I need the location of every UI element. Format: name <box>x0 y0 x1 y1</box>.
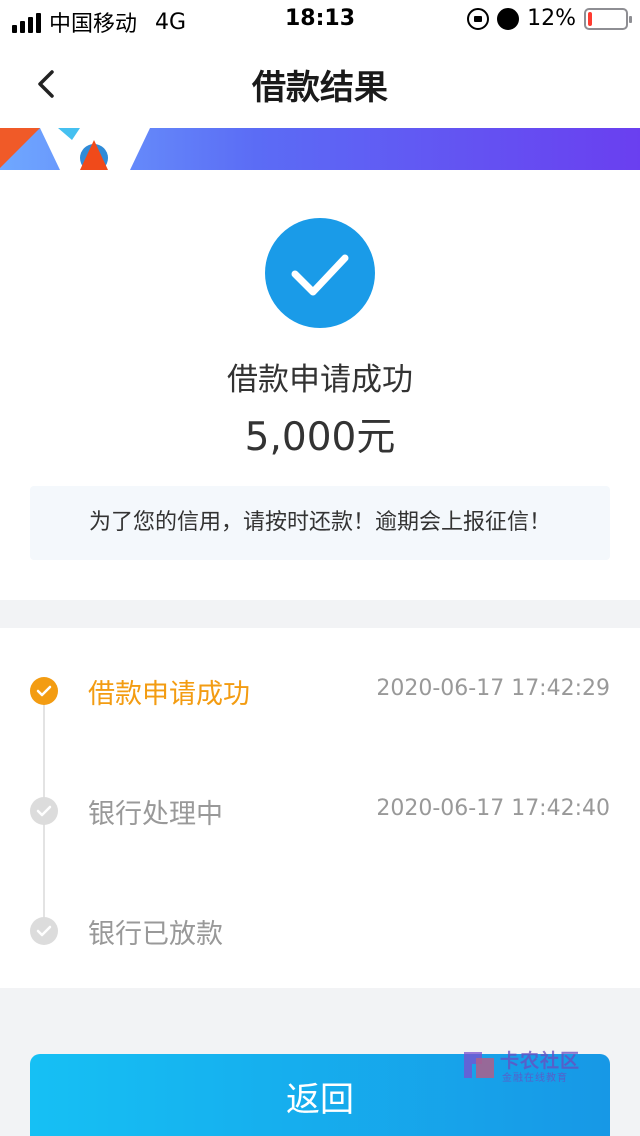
step-pending-icon <box>30 917 58 945</box>
step-done-icon <box>30 677 58 705</box>
repayment-notice: 为了您的信用，请按时还款！逾期会上报征信！ <box>30 486 610 560</box>
alarm-icon <box>497 7 520 30</box>
step-pending-icon <box>30 797 58 825</box>
promo-banner <box>0 128 640 170</box>
watermark-subtitle: 金融在线教育 <box>502 1073 568 1084</box>
watermark: 卡农社区 金融在线教育 <box>462 1046 612 1086</box>
battery-level <box>588 11 592 26</box>
check-circle-icon <box>265 218 375 328</box>
status-right: 12% <box>467 6 632 31</box>
status-bar: 中国移动 4G 18:13 12% <box>0 0 640 40</box>
watermark-logo-icon <box>464 1052 494 1078</box>
step-time: 2020-06-17 17:42:40 <box>376 796 610 821</box>
battery-icon <box>584 7 632 30</box>
progress-timeline: 借款申请成功 2020-06-17 17:42:29 银行处理中 2020-06… <box>0 628 640 988</box>
step-label: 银行已放款 <box>88 919 223 950</box>
battery-percent: 12% <box>527 6 576 31</box>
nav-bar: 借款结果 <box>0 40 640 128</box>
step-time: 2020-06-17 17:42:29 <box>376 676 610 701</box>
page-title: 借款结果 <box>252 68 388 108</box>
timeline-step: 银行已放款 <box>0 900 640 960</box>
step-label: 银行处理中 <box>88 799 223 830</box>
result-title: 借款申请成功 <box>227 362 413 398</box>
timeline-step: 借款申请成功 2020-06-17 17:42:29 <box>0 660 640 720</box>
page: 中国移动 4G 18:13 12% 借款结果 借款申请成功 5,000元 为了您… <box>0 0 640 1136</box>
step-label: 借款申请成功 <box>88 679 250 710</box>
timeline-step: 银行处理中 2020-06-17 17:42:40 <box>0 780 640 840</box>
banner-art-icon <box>0 128 150 170</box>
loan-amount: 5,000元 <box>244 415 396 460</box>
result-card: 借款申请成功 5,000元 为了您的信用，请按时还款！逾期会上报征信！ <box>0 170 640 600</box>
orientation-lock-icon <box>467 7 490 30</box>
